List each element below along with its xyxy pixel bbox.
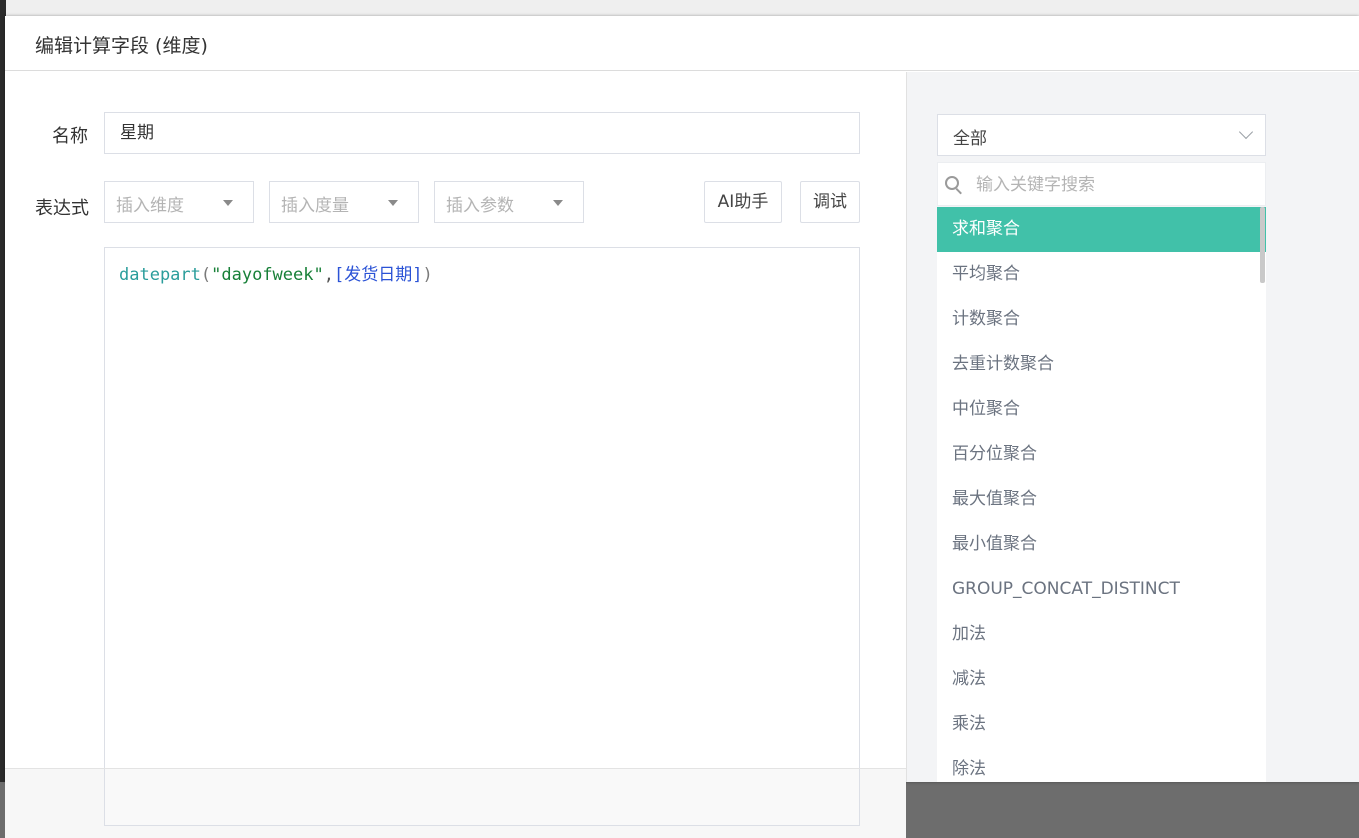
function-category-value: 全部 [953, 129, 987, 149]
expression-string-arg: "dayofweek" [211, 265, 324, 285]
edit-calculated-field-dialog: 编辑计算字段 (维度) 名称 星期 表达式 插入维度 插入度量 插入参数 AI助… [5, 16, 1359, 838]
expression-comma: , [323, 265, 334, 285]
expression-line: datepart("dayofweek",[发货日期]) [119, 260, 433, 285]
name-input[interactable]: 星期 [104, 112, 860, 154]
expression-label: 表达式 [35, 198, 89, 219]
ai-assistant-button[interactable]: AI助手 [704, 181, 782, 223]
function-list-item[interactable]: 乘法 [937, 702, 1266, 747]
search-icon [945, 176, 959, 190]
function-list-item[interactable]: 加法 [937, 612, 1266, 657]
caret-down-icon [223, 200, 233, 206]
function-list-item[interactable]: 减法 [937, 657, 1266, 702]
editor-bottom-panel [104, 769, 860, 826]
function-list-item[interactable]: 百分位聚合 [937, 432, 1266, 477]
function-search-box [937, 162, 1266, 206]
expression-open-paren: ( [200, 265, 212, 285]
caret-down-icon [388, 200, 398, 206]
insert-param-dropdown[interactable]: 插入参数 [434, 181, 584, 223]
function-pane: 全部 求和聚合平均聚合计数聚合去重计数聚合中位聚合百分位聚合最大值聚合最小值聚合… [906, 72, 1359, 782]
editor-pane: 名称 星期 表达式 插入维度 插入度量 插入参数 AI助手 调试 datepar… [5, 72, 906, 838]
insert-dimension-dropdown[interactable]: 插入维度 [104, 181, 254, 223]
insert-param-label: 插入参数 [446, 196, 514, 216]
dialog-title: 编辑计算字段 (维度) [35, 35, 208, 57]
expression-editor[interactable]: datepart("dayofweek",[发货日期]) [104, 247, 860, 769]
insert-dimension-label: 插入维度 [116, 196, 184, 216]
insert-measure-label: 插入度量 [281, 196, 349, 216]
function-list-scrollbar[interactable] [1260, 207, 1265, 283]
function-category-select[interactable]: 全部 [937, 114, 1266, 156]
caret-down-icon [553, 200, 563, 206]
function-list-item[interactable]: GROUP_CONCAT_DISTINCT [937, 567, 1266, 612]
function-list-item[interactable]: 最大值聚合 [937, 477, 1266, 522]
function-list: 求和聚合 平均聚合 计数聚合 去重计数聚合 中位聚合 百分位聚合 最大值聚合 最小值聚合 GRO… [937, 207, 1266, 782]
function-list-item[interactable]: 去重计数聚合 [937, 342, 1266, 387]
function-list-item[interactable]: 求和聚合 [937, 207, 1266, 252]
function-list-item[interactable]: 计数聚合 [937, 297, 1266, 342]
debug-button[interactable]: 调试 [800, 181, 860, 223]
chevron-down-icon [1238, 124, 1254, 140]
dialog-footer [5, 768, 906, 838]
dialog-header: 编辑计算字段 (维度) [5, 16, 1359, 71]
function-list-item[interactable]: 除法 [937, 747, 1266, 782]
expression-close-paren: ) [422, 265, 433, 285]
function-search-input[interactable] [974, 169, 1258, 201]
function-list-item[interactable]: 平均聚合 [937, 252, 1266, 297]
function-list-item[interactable]: 中位聚合 [937, 387, 1266, 432]
expression-field-ref: [发货日期] [333, 265, 423, 285]
function-list-item[interactable]: 最小值聚合 [937, 522, 1266, 567]
name-label: 名称 [52, 126, 88, 147]
expression-function: datepart [119, 265, 201, 285]
background-top-strip [0, 0, 1359, 16]
insert-measure-dropdown[interactable]: 插入度量 [269, 181, 419, 223]
